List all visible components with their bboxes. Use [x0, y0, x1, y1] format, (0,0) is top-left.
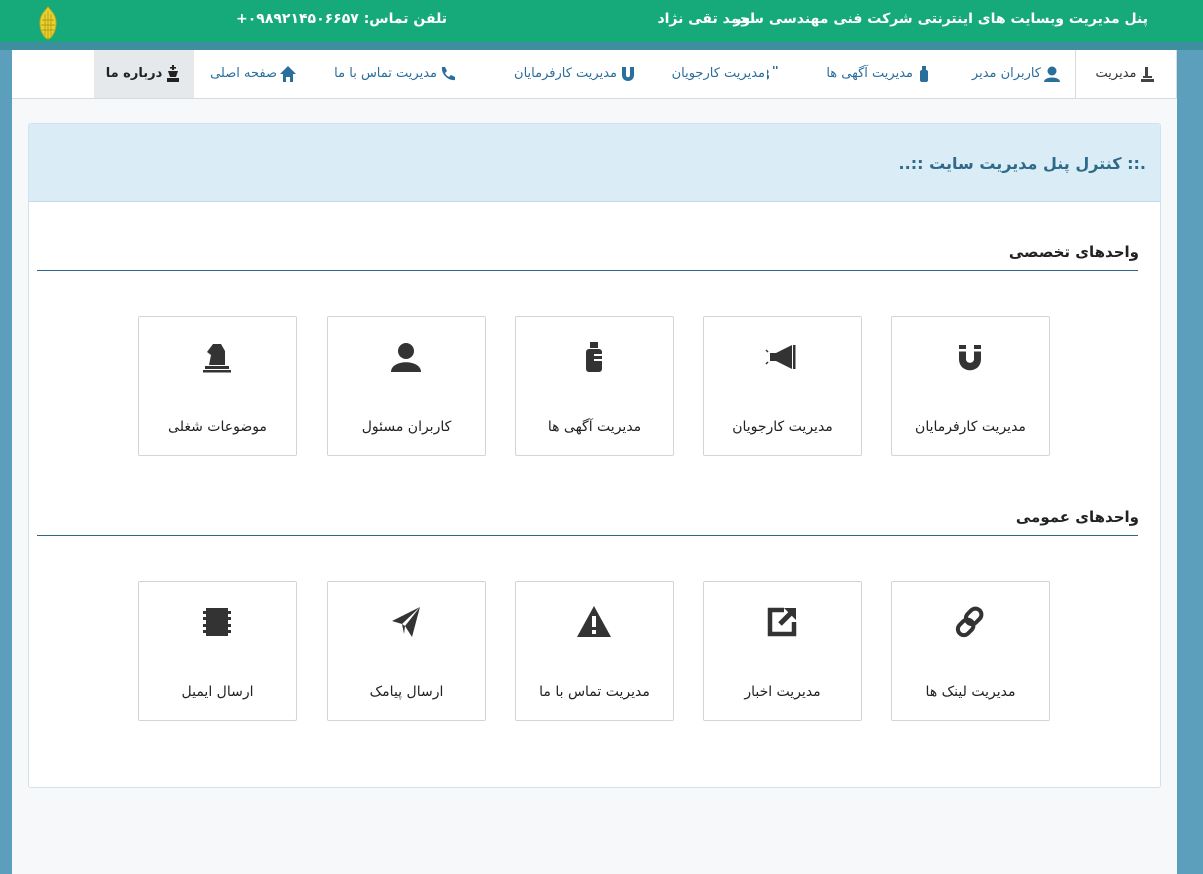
- tile-label: موضوعات شغلی: [168, 419, 267, 435]
- svg-text:B: B: [767, 66, 770, 83]
- nav-item-home[interactable]: صفحه اصلی: [210, 50, 297, 98]
- nav-item-employers[interactable]: مدیریت کارفرمایان: [514, 50, 637, 98]
- magnet-icon: [959, 345, 981, 371]
- tile-label: ارسال ایمیل: [181, 684, 254, 700]
- section-title-specialized: واحدهای تخصصی: [1008, 243, 1139, 261]
- magnet-icon: [622, 66, 634, 81]
- knight-icon: [203, 344, 231, 373]
- tile-contact[interactable]: مدیریت تماس با ما: [515, 581, 674, 721]
- app-title: پنل مدیریت وبسایت های اینترنتی شرکت فنی …: [733, 11, 1148, 27]
- nav-label-admin-users: کاربران مدیر: [971, 66, 1041, 81]
- chip-icon: [203, 608, 231, 636]
- bottle-icon: [586, 342, 602, 372]
- nav-label-home: صفحه اصلی: [210, 66, 277, 81]
- phone-icon: [441, 66, 455, 80]
- section-divider: [37, 535, 1138, 536]
- tile-email[interactable]: ارسال ایمیل: [138, 581, 297, 721]
- tile-responsible-users[interactable]: کاربران مسئول: [327, 316, 486, 456]
- nav-item-ads[interactable]: مدیریت آگهی ها: [826, 50, 933, 98]
- nav-item-admin[interactable]: مدیریت: [1075, 50, 1177, 98]
- nav-label-job-seekers: مدیریت کارجویان: [671, 66, 765, 81]
- section-divider: [37, 270, 1138, 271]
- bottle-icon: [920, 65, 928, 82]
- contact-phone: تلفن تماس: ۰۹۸۹۲۱۴۵۰۶۶۵۷+: [236, 11, 448, 27]
- nav-label-ads: مدیریت آگهی ها: [826, 66, 913, 81]
- nav-item-admin-users[interactable]: کاربران مدیر: [972, 50, 1061, 98]
- tile-news[interactable]: مدیریت اخبار: [703, 581, 862, 721]
- page-content: مدیریت کاربران مدیر مدیریت آگهی ها Bمدیر…: [12, 50, 1177, 874]
- header-strip: [0, 42, 1203, 50]
- nav-item-contact[interactable]: مدیریت تماس با ما: [334, 50, 457, 98]
- control-panel: .:: کنترل پنل مدیریت سایت ::.. واحدهای ت…: [28, 123, 1161, 788]
- tile-label: مدیریت کارفرمایان: [915, 419, 1026, 435]
- tile-label: کاربران مسئول: [361, 419, 452, 435]
- nav-item-job-seekers[interactable]: Bمدیریت کارجویان: [672, 50, 785, 98]
- link-icon: [955, 606, 984, 638]
- panel-header: .:: کنترل پنل مدیریت سایت ::..: [29, 124, 1160, 202]
- nav-item-about[interactable]: درباره ما: [94, 50, 194, 98]
- tile-label: مدیریت اخبار: [744, 684, 821, 700]
- tile-sms[interactable]: ارسال پیامک: [327, 581, 486, 721]
- home-icon: [280, 65, 296, 82]
- panel-title: .:: کنترل پنل مدیریت سایت ::..: [898, 154, 1146, 173]
- nav-label-employers: مدیریت کارفرمایان: [514, 66, 617, 81]
- warning-icon: [577, 606, 611, 637]
- tile-label: مدیریت لینک ها: [925, 684, 1016, 700]
- tile-label: مدیریت آگهی ها: [547, 419, 642, 435]
- user-icon: [1044, 66, 1060, 82]
- king-icon: [167, 64, 180, 82]
- logo-icon: [39, 6, 57, 40]
- section-title-general: واحدهای عمومی: [1015, 508, 1139, 526]
- user-icon: [391, 343, 421, 372]
- tile-label: ارسال پیامک: [369, 684, 444, 700]
- nav-label-about: درباره ما: [105, 66, 163, 81]
- bullhorn-icon: [765, 345, 796, 369]
- tile-links[interactable]: مدیریت لینک ها: [891, 581, 1050, 721]
- main-nav: مدیریت کاربران مدیر مدیریت آگهی ها Bمدیر…: [12, 50, 1177, 99]
- top-header: تلفن تماس: ۰۹۸۹۲۱۴۵۰۶۶۵۷+ احمد تقی نژاد …: [0, 0, 1203, 50]
- send-icon: [392, 607, 420, 637]
- tile-label: مدیریت تماس با ما: [539, 684, 650, 700]
- admin-icon: [1141, 66, 1155, 82]
- nav-label-contact: مدیریت تماس با ما: [334, 66, 437, 81]
- tile-employers[interactable]: مدیریت کارفرمایان: [891, 316, 1050, 456]
- tile-job-seekers[interactable]: مدیریت کارجویان: [703, 316, 862, 456]
- tile-label: مدیریت کارجویان: [732, 419, 833, 435]
- tile-ads[interactable]: مدیریت آگهی ها: [515, 316, 674, 456]
- share-icon: [767, 607, 797, 637]
- nav-label-admin: مدیریت: [1095, 66, 1137, 81]
- bitcoin-icon: B: [767, 65, 778, 83]
- tile-job-categories[interactable]: موضوعات شغلی: [138, 316, 297, 456]
